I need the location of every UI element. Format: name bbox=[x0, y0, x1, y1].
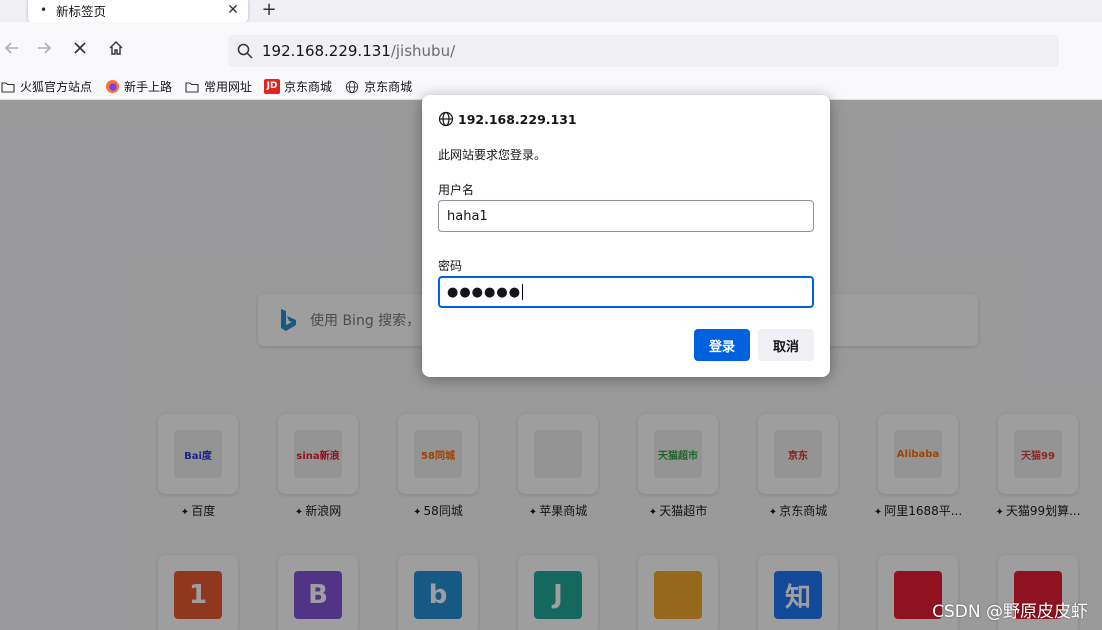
url-bar[interactable]: 192.168.229.131/jishubu/ bbox=[228, 35, 1059, 67]
dialog-host: 192.168.229.131 bbox=[458, 111, 577, 127]
username-field[interactable]: haha1 bbox=[438, 200, 814, 232]
password-value: ●●●●●● bbox=[447, 284, 522, 300]
search-icon bbox=[237, 43, 253, 59]
close-tab-icon[interactable]: ✕ bbox=[226, 2, 240, 18]
loading-dot-icon: • bbox=[40, 3, 48, 17]
back-button[interactable] bbox=[0, 36, 24, 60]
forward-button[interactable] bbox=[32, 36, 56, 60]
arrow-left-icon bbox=[4, 42, 18, 54]
new-tab-plus-icon[interactable]: + bbox=[260, 0, 278, 22]
text-caret bbox=[522, 284, 524, 300]
bookmark-label: 京东商城 bbox=[284, 80, 333, 94]
globe-icon bbox=[344, 79, 360, 95]
home-icon bbox=[109, 41, 123, 55]
bookmark-label: 火狐官方站点 bbox=[20, 80, 93, 94]
url-host: 192.168.229.131 bbox=[262, 42, 391, 60]
bookmark-label: 常用网址 bbox=[204, 80, 253, 94]
firefox-icon bbox=[104, 79, 120, 95]
dialog-header: 192.168.229.131 bbox=[438, 111, 577, 127]
arrow-right-icon bbox=[38, 42, 52, 54]
dialog-message: 此网站要求您登录。 bbox=[438, 148, 547, 162]
watermark: CSDN @野原皮皮虾 bbox=[932, 602, 1088, 622]
bookmark-label: 京东商城 bbox=[364, 80, 413, 94]
password-field[interactable]: ●●●●●● bbox=[438, 276, 814, 308]
bookmark-item[interactable]: 常用网址 bbox=[184, 77, 252, 97]
username-label: 用户名 bbox=[438, 183, 475, 197]
tab-title: 新标签页 bbox=[56, 3, 107, 19]
tab-strip: • 新标签页 ✕ + bbox=[0, 0, 1102, 22]
stop-button[interactable] bbox=[68, 36, 92, 60]
username-value: haha1 bbox=[447, 208, 488, 224]
folder-icon bbox=[0, 79, 16, 95]
globe-icon bbox=[438, 111, 454, 127]
bookmark-item[interactable]: JD 京东商城 bbox=[264, 77, 332, 97]
bookmark-item[interactable]: 新手上路 bbox=[104, 77, 172, 97]
bookmark-item[interactable]: 火狐官方站点 bbox=[0, 77, 92, 97]
http-auth-dialog: 192.168.229.131 此网站要求您登录。 用户名 haha1 密码 ●… bbox=[422, 95, 830, 377]
stop-x-icon bbox=[74, 42, 86, 54]
cancel-button[interactable]: 取消 bbox=[758, 329, 814, 361]
password-label: 密码 bbox=[438, 259, 463, 273]
folder-icon bbox=[184, 79, 200, 95]
jd-icon: JD bbox=[264, 79, 281, 95]
tab-new-tab[interactable]: • 新标签页 ✕ bbox=[28, 0, 248, 22]
login-button[interactable]: 登录 bbox=[694, 329, 750, 361]
home-button[interactable] bbox=[104, 36, 128, 60]
bookmark-label: 新手上路 bbox=[124, 80, 173, 94]
bookmark-item[interactable]: 京东商城 bbox=[344, 77, 412, 97]
navigation-bar: 192.168.229.131/jishubu/ bbox=[0, 22, 1102, 74]
url-path: /jishubu/ bbox=[390, 42, 456, 60]
